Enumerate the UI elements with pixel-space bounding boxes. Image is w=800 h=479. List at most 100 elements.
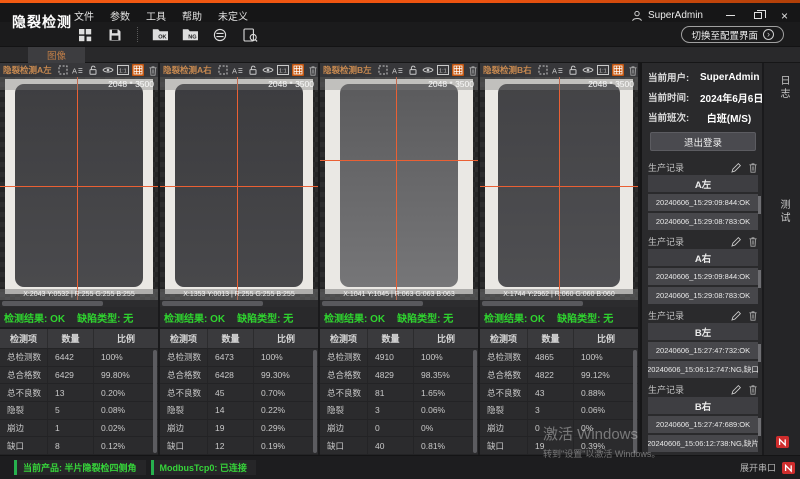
record-item[interactable]: 20240606_15:27:47:689:OK	[648, 416, 758, 433]
camera-image-viewport[interactable]: 2048 * 3500 X:1744 Y:2962 | R:060 G:060 …	[480, 77, 638, 300]
record-item[interactable]: 20240606_15:29:09:844:OK	[648, 268, 758, 285]
titlebar[interactable]: 隐裂检测 文件参数工具帮助未定义 SuperAdmin ×	[0, 3, 800, 22]
dock-tab-log[interactable]: 日志	[776, 75, 791, 101]
minimize-button[interactable]	[717, 6, 744, 25]
edit-icon[interactable]	[730, 236, 741, 247]
table-row: 隐裂30.06%	[320, 402, 478, 420]
logout-button[interactable]: 退出登录	[650, 132, 756, 151]
table-cell: 4822	[528, 367, 574, 384]
table-vscrollbar[interactable]	[313, 350, 317, 453]
record-item[interactable]: 20240606_15:29:08:783:OK	[648, 213, 758, 230]
one-to-one-icon[interactable]: 1:1	[277, 64, 289, 76]
menu-item-4[interactable]: 未定义	[218, 8, 248, 23]
annotation-icon[interactable]: A	[232, 64, 244, 76]
image-hscrollbar[interactable]	[0, 300, 158, 307]
hscrollbar-thumb[interactable]	[322, 301, 423, 306]
trash-icon[interactable]	[747, 310, 758, 321]
one-to-one-icon[interactable]: 1:1	[117, 64, 129, 76]
current-user[interactable]: SuperAdmin	[631, 10, 703, 22]
close-button[interactable]: ×	[771, 6, 798, 25]
red-badge-icon[interactable]	[776, 436, 789, 448]
annotation-icon[interactable]: A	[552, 64, 564, 76]
lock-open-icon[interactable]	[247, 64, 259, 76]
record-item[interactable]: 20240606_15:06:12:738:NG,缺片	[648, 435, 758, 452]
image-hscrollbar[interactable]	[480, 300, 638, 307]
roi-select-icon[interactable]	[377, 64, 389, 76]
table-cell: 99.30%	[254, 367, 318, 384]
lock-open-icon[interactable]	[567, 64, 579, 76]
camera-image-viewport[interactable]: 2048 * 3500 X:1041 Y:1045 | R:063 G:063 …	[320, 77, 478, 300]
search-document-icon[interactable]	[241, 26, 259, 43]
table-cell: 总不良数	[0, 384, 48, 401]
grid-icon[interactable]	[612, 64, 624, 76]
trash-icon[interactable]	[307, 64, 319, 76]
hscrollbar-thumb[interactable]	[162, 301, 263, 306]
table-row: 总合格数482998.35%	[320, 367, 478, 385]
hscrollbar-thumb[interactable]	[482, 301, 583, 306]
camera-image-viewport[interactable]: 2048 * 3500 X:2043 Y:0532 | R:255 G:255 …	[0, 77, 158, 300]
eye-icon[interactable]	[262, 64, 274, 76]
tab-image[interactable]: 图像	[28, 47, 85, 63]
layout-icon[interactable]	[76, 26, 94, 43]
record-item[interactable]: 20240606_15:29:09:844:OK	[648, 194, 758, 211]
table-vscrollbar[interactable]	[473, 350, 477, 453]
trash-icon[interactable]	[627, 64, 639, 76]
camera-panel: 隐裂检测A左 A 1:1	[0, 63, 158, 455]
table-vscrollbar[interactable]	[153, 350, 157, 453]
table-cell: 总检测数	[160, 349, 208, 366]
dock-tab-test[interactable]: 测试	[776, 199, 791, 225]
trash-icon[interactable]	[747, 384, 758, 395]
record-item[interactable]: 20240606_15:29:08:783:OK	[648, 287, 758, 304]
folder-ng-icon[interactable]: NG	[181, 26, 199, 43]
record-group-title: 生产记录	[648, 235, 684, 248]
one-to-one-icon[interactable]: 1:1	[437, 64, 449, 76]
trash-icon[interactable]	[467, 64, 479, 76]
trash-icon[interactable]	[747, 162, 758, 173]
grid-icon[interactable]	[452, 64, 464, 76]
production-record-groups: 生产记录 A左 20240606_15:29:09:844:OK20240606…	[648, 160, 758, 452]
folder-ok-icon[interactable]: OK	[151, 26, 169, 43]
layers-icon[interactable]	[211, 26, 229, 43]
table-vscrollbar[interactable]	[633, 350, 637, 453]
red-badge-icon[interactable]	[782, 462, 795, 474]
captured-photo	[325, 79, 473, 294]
edit-icon[interactable]	[730, 310, 741, 321]
table-row: 隐裂140.22%	[160, 402, 318, 420]
hscrollbar-thumb[interactable]	[2, 301, 103, 306]
roi-select-icon[interactable]	[57, 64, 69, 76]
menu-item-3[interactable]: 帮助	[182, 8, 202, 23]
camera-image-viewport[interactable]: 2048 * 3500 X:1353 Y:0013 | R:255 G:255 …	[160, 77, 318, 300]
grid-icon[interactable]	[132, 64, 144, 76]
record-item[interactable]: 20240606_15:06:12:747:NG,缺口	[648, 361, 758, 378]
one-to-one-icon[interactable]: 1:1	[597, 64, 609, 76]
edit-icon[interactable]	[730, 162, 741, 173]
image-hscrollbar[interactable]	[160, 300, 318, 307]
eye-icon[interactable]	[102, 64, 114, 76]
eye-icon[interactable]	[582, 64, 594, 76]
grid-icon[interactable]	[292, 64, 304, 76]
trash-icon[interactable]	[747, 236, 758, 247]
edit-icon[interactable]	[730, 384, 741, 395]
menu-item-0[interactable]: 文件	[74, 8, 94, 23]
record-item[interactable]: 20240606_15:27:47:732:OK	[648, 342, 758, 359]
annotation-icon[interactable]: A	[72, 64, 84, 76]
table-cell: 6428	[208, 367, 254, 384]
table-row: 总合格数482299.12%	[480, 367, 638, 385]
lock-open-icon[interactable]	[407, 64, 419, 76]
trash-icon[interactable]	[147, 64, 159, 76]
roi-select-icon[interactable]	[217, 64, 229, 76]
eye-icon[interactable]	[422, 64, 434, 76]
menu-item-2[interactable]: 工具	[146, 8, 166, 23]
defect-type-label: 缺陷类型: 无	[77, 310, 133, 325]
save-icon[interactable]	[106, 26, 124, 43]
table-cell: 1	[48, 420, 94, 437]
expand-serial-toggle[interactable]: 展开串口	[740, 461, 776, 474]
roi-select-icon[interactable]	[537, 64, 549, 76]
annotation-icon[interactable]: A	[392, 64, 404, 76]
restore-button[interactable]	[744, 6, 771, 25]
menu-item-1[interactable]: 参数	[110, 8, 130, 23]
svg-text:1:1: 1:1	[279, 68, 287, 74]
switch-to-config-button[interactable]: 切换至配置界面 ›	[681, 26, 784, 43]
lock-open-icon[interactable]	[87, 64, 99, 76]
image-hscrollbar[interactable]	[320, 300, 478, 307]
